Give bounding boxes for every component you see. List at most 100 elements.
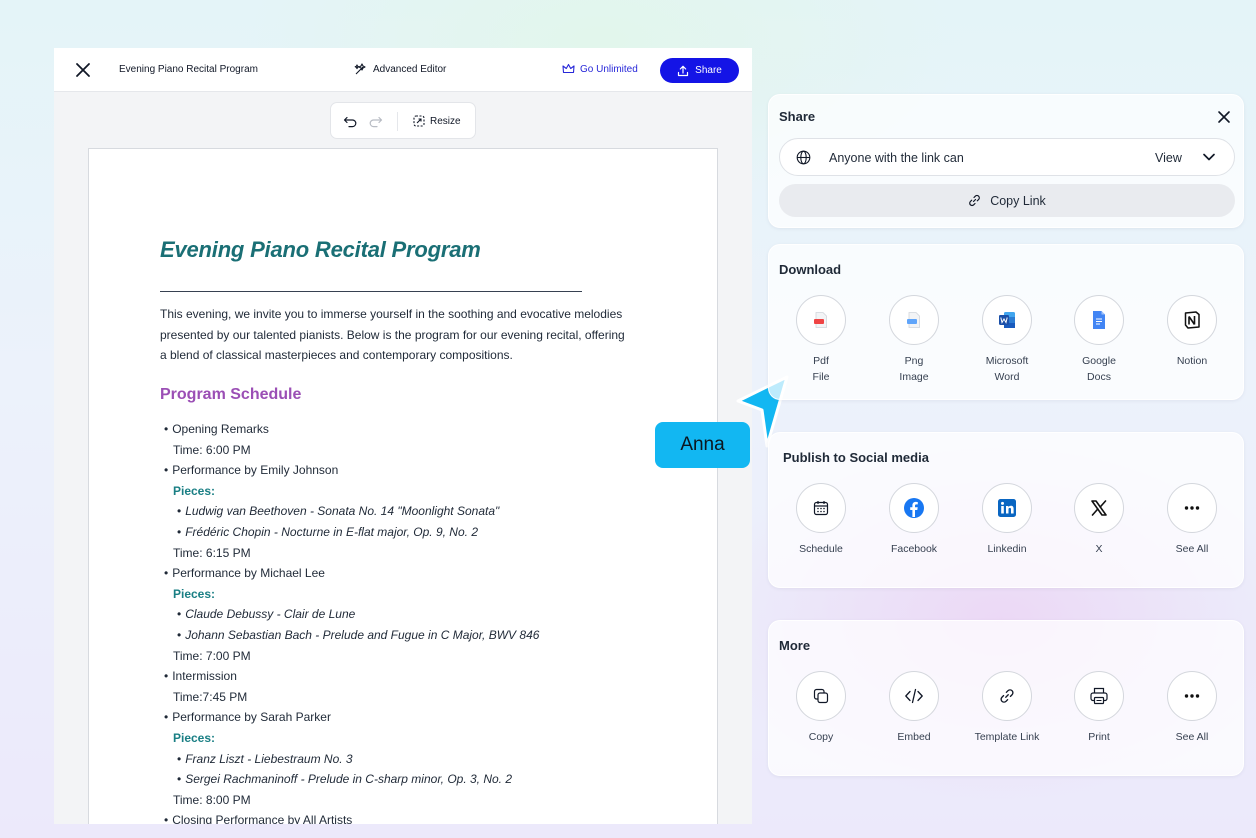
time-line: Time: 8:00 PM (173, 792, 251, 807)
facebook-icon (904, 498, 924, 518)
link-icon (1000, 689, 1014, 703)
option-label: Embed (897, 731, 931, 743)
more-see-all-button[interactable]: See All (1152, 671, 1232, 745)
option-label: Microsoft Word (967, 353, 1047, 385)
advanced-editor-button[interactable]: Advanced Editor (354, 62, 446, 76)
copy-link-button[interactable]: Copy Link (779, 184, 1235, 217)
schedule-button[interactable]: Schedule (781, 483, 861, 557)
close-icon[interactable] (1217, 110, 1231, 124)
printer-icon (1090, 687, 1108, 705)
go-unlimited-button[interactable]: Go Unlimited (562, 63, 638, 75)
share-button-label: Share (695, 65, 722, 76)
social-see-all-button[interactable]: See All (1152, 483, 1232, 557)
option-circle (1167, 295, 1217, 345)
intro-paragraph: This evening, we invite you to immerse y… (160, 304, 660, 366)
schedule-item: Performance by Emily Johnson (160, 460, 680, 481)
option-label: Notion (1152, 353, 1232, 369)
upload-icon (678, 65, 689, 76)
linkedin-button[interactable]: Linkedin (967, 483, 1047, 557)
piece-item: Franz Liszt - Liebestraum No. 3 (160, 749, 680, 770)
undo-icon[interactable] (343, 114, 358, 128)
more-dots-icon (1184, 694, 1200, 698)
option-label: Facebook (890, 543, 938, 555)
option-circle (1074, 295, 1124, 345)
more-options: Copy Embed Template Link Print See All (769, 671, 1245, 771)
pieces-label: Pieces: (173, 483, 216, 498)
x-button[interactable]: X (1059, 483, 1139, 557)
advanced-editor-label: Advanced Editor (373, 63, 447, 75)
editor-top-bar: Evening Piano Recital Program Advanced E… (54, 48, 752, 92)
share-card: Share Anyone with the link can View Copy… (768, 94, 1244, 228)
option-circle (982, 295, 1032, 345)
download-card-title: Download (779, 262, 842, 277)
option-label: X (1095, 543, 1103, 555)
option-label-line: Image (899, 371, 929, 383)
document-page[interactable]: Evening Piano Recital Program This eveni… (88, 148, 718, 824)
option-label-line: Google (1082, 355, 1116, 367)
facebook-button[interactable]: Facebook (874, 483, 954, 557)
download-card: Download Pdf File Png Image Microsoft Wo… (768, 244, 1244, 400)
option-circle (796, 295, 846, 345)
option-circle (1167, 671, 1217, 721)
option-label-line: Pdf (813, 355, 829, 367)
print-button[interactable]: Print (1059, 671, 1139, 745)
download-word-button[interactable]: Microsoft Word (967, 295, 1047, 385)
toolbar-divider (397, 112, 398, 131)
option-circle (1074, 483, 1124, 533)
calendar-icon (813, 501, 829, 516)
resize-label: Resize (430, 115, 461, 127)
template-link-button[interactable]: Template Link (967, 671, 1047, 745)
schedule-heading: Program Schedule (160, 386, 302, 403)
edit-toolbar: Resize (330, 102, 476, 139)
resize-icon (413, 115, 425, 127)
intro-line: a blend of classical masterpieces and co… (160, 348, 513, 363)
intro-line: presented by our talented pianists. Belo… (160, 327, 625, 342)
option-label: Linkedin (987, 543, 1027, 555)
schedule-item: Performance by Sarah Parker (160, 707, 680, 728)
option-label: See All (1175, 543, 1209, 555)
social-options: Schedule Facebook Linkedin X See All (769, 483, 1245, 583)
redo-icon[interactable] (368, 114, 383, 128)
access-description: Anyone with the link can (829, 151, 964, 165)
option-label-line: Png (904, 355, 924, 367)
pdf-file-icon (814, 312, 827, 328)
png-image-icon (907, 312, 920, 328)
link-access-dropdown[interactable]: Anyone with the link can View (779, 138, 1235, 176)
schedule-item: Intermission (160, 666, 680, 687)
download-pdf-button[interactable]: Pdf File (781, 295, 861, 385)
pieces-label: Pieces: (173, 730, 216, 745)
time-line: Time: 7:00 PM (173, 648, 251, 663)
option-label: Png Image (874, 353, 954, 385)
resize-button[interactable]: Resize (413, 115, 461, 127)
microsoft-word-icon (999, 312, 1015, 328)
schedule-item: Opening Remarks (160, 419, 680, 440)
close-icon[interactable] (74, 61, 92, 79)
option-label: Schedule (799, 543, 843, 555)
embed-button[interactable]: Embed (874, 671, 954, 745)
title-divider (160, 291, 582, 292)
option-label-line: Microsoft (985, 355, 1029, 367)
piece-item: Johann Sebastian Bach - Prelude and Fugu… (160, 625, 680, 646)
option-label: Print (1088, 731, 1110, 743)
more-card-title: More (779, 638, 811, 653)
option-circle (796, 671, 846, 721)
x-logo-icon (1091, 500, 1107, 516)
option-circle (1167, 483, 1217, 533)
copy-link-label: Copy Link (990, 193, 1046, 208)
more-card: More Copy Embed Template Link Print See … (768, 620, 1244, 776)
schedule-item: Closing Performance by All Artists (160, 810, 680, 824)
schedule-item: Performance by Michael Lee (160, 563, 680, 584)
option-label: See All (1175, 731, 1209, 743)
option-circle (1074, 671, 1124, 721)
link-icon (969, 194, 981, 207)
download-notion-button[interactable]: Notion (1152, 295, 1232, 369)
option-circle (796, 483, 846, 533)
option-label: Pdf File (781, 353, 861, 385)
more-dots-icon (1184, 506, 1200, 510)
download-png-button[interactable]: Png Image (874, 295, 954, 385)
copy-button[interactable]: Copy (781, 671, 861, 745)
option-label-line: Word (994, 371, 1020, 383)
piece-item: Ludwig van Beethoven - Sonata No. 14 "Mo… (160, 501, 680, 522)
download-google-docs-button[interactable]: Google Docs (1059, 295, 1139, 385)
share-button[interactable]: Share (660, 58, 739, 83)
